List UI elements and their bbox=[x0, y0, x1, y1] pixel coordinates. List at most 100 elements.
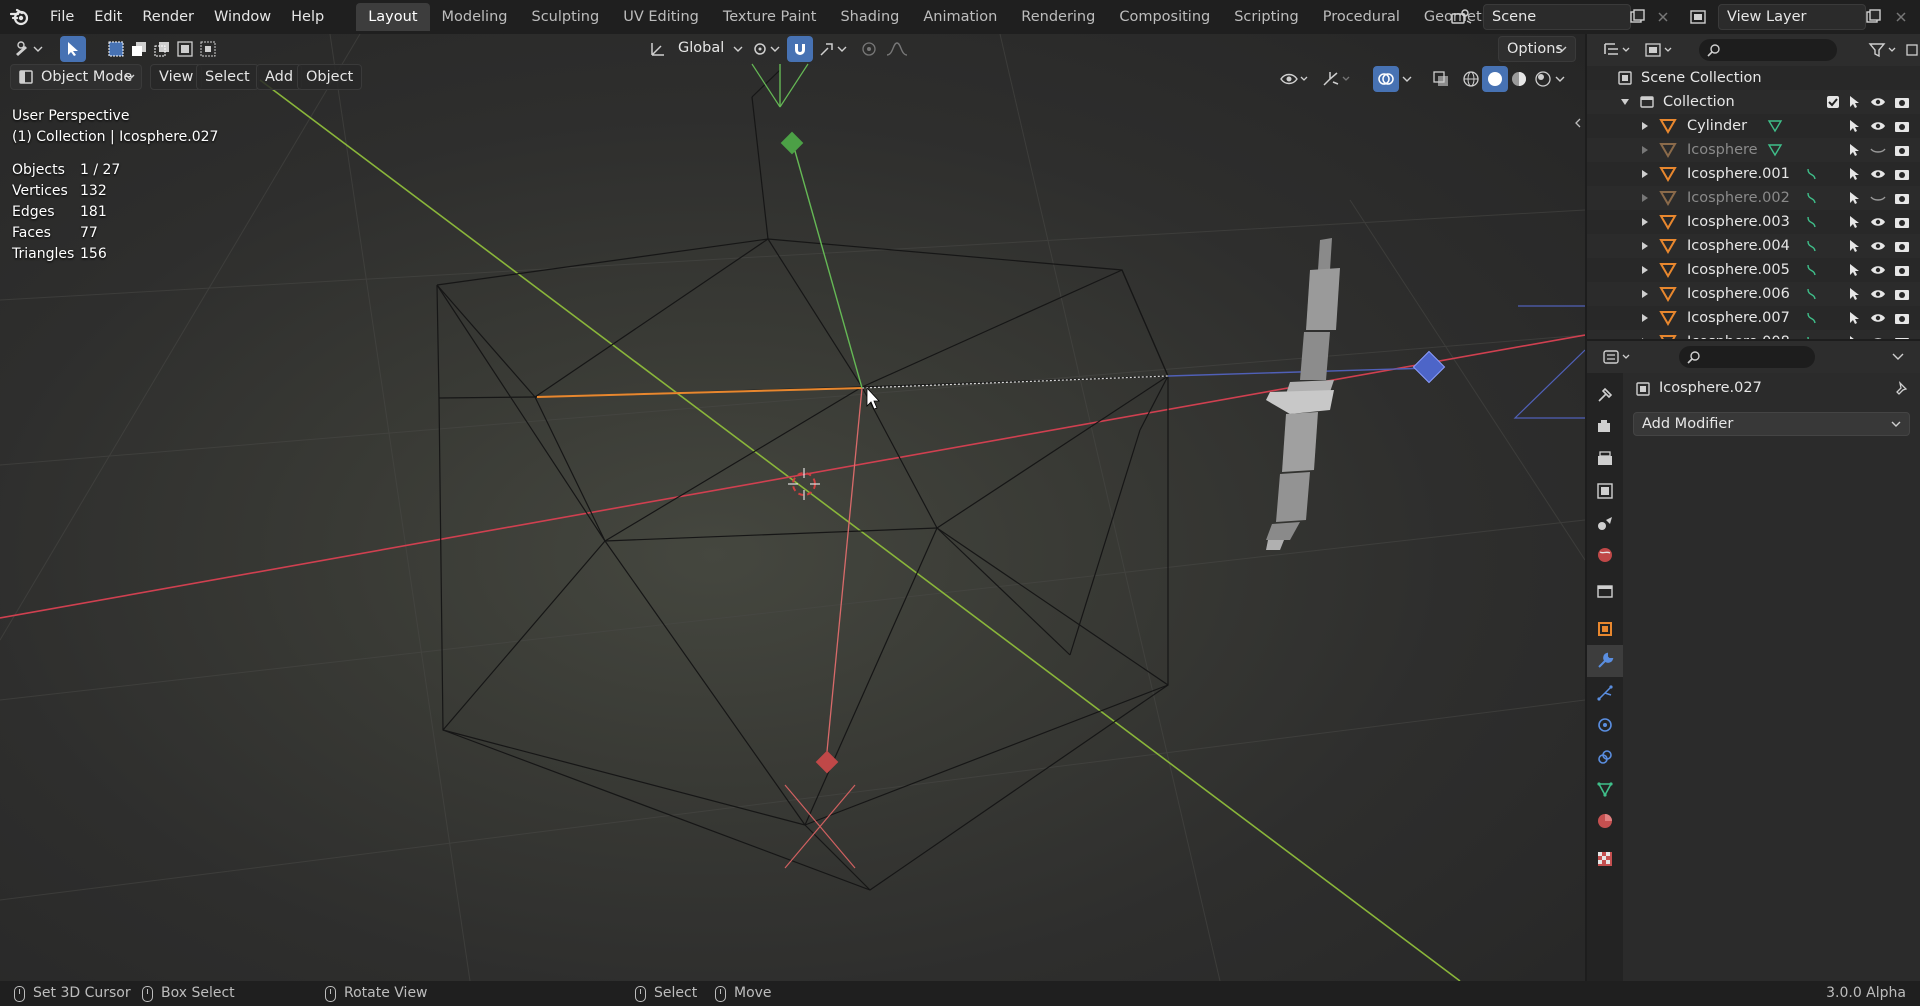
tab-modeling[interactable]: Modeling bbox=[430, 3, 520, 31]
tab-particles[interactable] bbox=[1587, 677, 1623, 709]
outliner-object-row[interactable]: Icosphere.006 bbox=[1587, 282, 1920, 306]
green-handle-icon[interactable] bbox=[780, 131, 804, 155]
tab-scene[interactable] bbox=[1587, 507, 1623, 539]
tab-rendering[interactable]: Rendering bbox=[1009, 3, 1107, 31]
wireframe-shading-icon[interactable] bbox=[1458, 66, 1484, 92]
select-menu[interactable]: Select bbox=[196, 64, 259, 90]
object-menu[interactable]: Object bbox=[297, 64, 363, 90]
view-layer-selector-icon[interactable] bbox=[1686, 4, 1712, 30]
outliner-object-row[interactable]: Icosphere.002 bbox=[1587, 186, 1920, 210]
snap-target-icon[interactable] bbox=[815, 36, 851, 62]
eye-icon[interactable] bbox=[1870, 119, 1886, 133]
eye-icon[interactable] bbox=[1870, 95, 1886, 109]
sidebar-toggle-icon[interactable] bbox=[1572, 110, 1584, 136]
add-menu[interactable]: Add bbox=[256, 64, 303, 90]
outliner-object-row[interactable]: Icosphere.007 bbox=[1587, 306, 1920, 330]
tab-object[interactable] bbox=[1587, 613, 1623, 645]
selectable-arrow-icon[interactable] bbox=[1848, 263, 1862, 277]
display-mode-icon[interactable] bbox=[1641, 37, 1677, 63]
selectable-arrow-icon[interactable] bbox=[1848, 287, 1862, 301]
selectable-arrow-icon[interactable] bbox=[1848, 119, 1862, 133]
tab-compositing[interactable]: Compositing bbox=[1107, 3, 1222, 31]
camera-icon[interactable] bbox=[1894, 239, 1910, 253]
eye-icon[interactable] bbox=[1870, 167, 1886, 181]
selectable-arrow-icon[interactable] bbox=[1848, 239, 1862, 253]
outliner-object-row[interactable]: Icosphere.005 bbox=[1587, 258, 1920, 282]
selectable-arrow-icon[interactable] bbox=[1848, 215, 1862, 229]
expand-triangle-icon[interactable] bbox=[1620, 97, 1630, 107]
selectable-arrow-icon[interactable] bbox=[1848, 95, 1862, 109]
eye-icon[interactable] bbox=[1870, 215, 1886, 229]
expand-triangle-icon[interactable] bbox=[1640, 265, 1650, 275]
eye-closed-icon[interactable] bbox=[1870, 191, 1886, 205]
new-view-layer-icon[interactable] bbox=[1860, 4, 1886, 30]
object-mode-dropdown[interactable]: Object Mode bbox=[10, 64, 142, 90]
gizmo-toggle-icon[interactable] bbox=[1318, 66, 1354, 92]
scene-collection-row[interactable]: Scene Collection bbox=[1587, 66, 1920, 90]
tab-sculpting[interactable]: Sculpting bbox=[519, 3, 611, 31]
expand-triangle-icon[interactable] bbox=[1640, 193, 1650, 203]
overlays-toggle-icon[interactable] bbox=[1373, 66, 1399, 92]
tab-shading[interactable]: Shading bbox=[828, 3, 911, 31]
object-visibility-icon[interactable] bbox=[1276, 66, 1312, 92]
proportional-falloff-icon[interactable] bbox=[882, 36, 918, 62]
tab-view-layer[interactable] bbox=[1587, 475, 1623, 507]
camera-icon[interactable] bbox=[1894, 311, 1910, 325]
delete-view-layer-icon[interactable] bbox=[1888, 4, 1914, 30]
cylinder-column-object[interactable] bbox=[1266, 238, 1340, 550]
camera-icon[interactable] bbox=[1894, 335, 1910, 339]
tab-layout[interactable]: Layout bbox=[356, 3, 430, 31]
tab-world[interactable] bbox=[1587, 539, 1623, 571]
add-modifier-dropdown[interactable]: Add Modifier bbox=[1633, 412, 1910, 436]
blender-logo-icon[interactable] bbox=[0, 0, 40, 34]
expand-triangle-icon[interactable] bbox=[1640, 217, 1650, 227]
expand-triangle-icon[interactable] bbox=[1640, 289, 1650, 299]
menu-edit[interactable]: Edit bbox=[84, 0, 132, 34]
tab-output[interactable] bbox=[1587, 443, 1623, 475]
outliner-object-row[interactable]: Icosphere.003 bbox=[1587, 210, 1920, 234]
eye-icon[interactable] bbox=[1870, 311, 1886, 325]
camera-icon[interactable] bbox=[1894, 191, 1910, 205]
outliner-object-row[interactable]: Icosphere.001 bbox=[1587, 162, 1920, 186]
properties-editor-type-icon[interactable] bbox=[1599, 344, 1635, 370]
tab-texture-paint[interactable]: Texture Paint bbox=[711, 3, 829, 31]
expand-triangle-icon[interactable] bbox=[1640, 121, 1650, 131]
tab-modifiers[interactable] bbox=[1587, 645, 1623, 677]
eye-icon[interactable] bbox=[1870, 287, 1886, 301]
collection-row[interactable]: Collection bbox=[1587, 90, 1920, 114]
overlays-dropdown-icon[interactable] bbox=[1399, 66, 1415, 92]
menu-file[interactable]: File bbox=[40, 0, 84, 34]
camera-icon[interactable] bbox=[1894, 119, 1910, 133]
red-handle-icon[interactable] bbox=[815, 750, 839, 774]
selectable-arrow-icon[interactable] bbox=[1848, 311, 1862, 325]
eye-icon[interactable] bbox=[1870, 263, 1886, 277]
menu-render[interactable]: Render bbox=[132, 0, 204, 34]
checkbox-icon[interactable] bbox=[1826, 95, 1840, 109]
new-collection-icon[interactable] bbox=[1905, 37, 1919, 63]
selectable-arrow-icon[interactable] bbox=[1848, 191, 1862, 205]
xray-toggle-icon[interactable] bbox=[1428, 66, 1454, 92]
camera-icon[interactable] bbox=[1894, 95, 1910, 109]
view-layer-name-field[interactable]: View Layer bbox=[1718, 4, 1866, 30]
tab-procedural[interactable]: Procedural bbox=[1311, 3, 1412, 31]
menu-help[interactable]: Help bbox=[281, 0, 334, 34]
tab-object-data[interactable] bbox=[1587, 773, 1623, 805]
blue-handle-icon[interactable] bbox=[1412, 350, 1446, 384]
transform-orientation-icon[interactable] bbox=[645, 36, 671, 62]
tab-render[interactable] bbox=[1587, 411, 1623, 443]
selected-edge[interactable] bbox=[536, 387, 863, 398]
camera-icon[interactable] bbox=[1894, 143, 1910, 157]
tab-animation[interactable]: Animation bbox=[911, 3, 1009, 31]
properties-options-icon[interactable] bbox=[1885, 344, 1911, 370]
expand-triangle-icon[interactable] bbox=[1640, 337, 1650, 339]
expand-triangle-icon[interactable] bbox=[1640, 241, 1650, 251]
camera-icon[interactable] bbox=[1894, 263, 1910, 277]
outliner-search-input[interactable] bbox=[1699, 39, 1837, 61]
outliner-object-row[interactable]: Icosphere bbox=[1587, 138, 1920, 162]
material-preview-icon[interactable] bbox=[1506, 66, 1532, 92]
tab-collection[interactable] bbox=[1587, 575, 1623, 607]
view-menu[interactable]: View bbox=[150, 64, 203, 90]
pivot-point-icon[interactable] bbox=[748, 36, 784, 62]
pin-icon[interactable] bbox=[1894, 381, 1910, 397]
tab-constraints[interactable] bbox=[1587, 741, 1623, 773]
